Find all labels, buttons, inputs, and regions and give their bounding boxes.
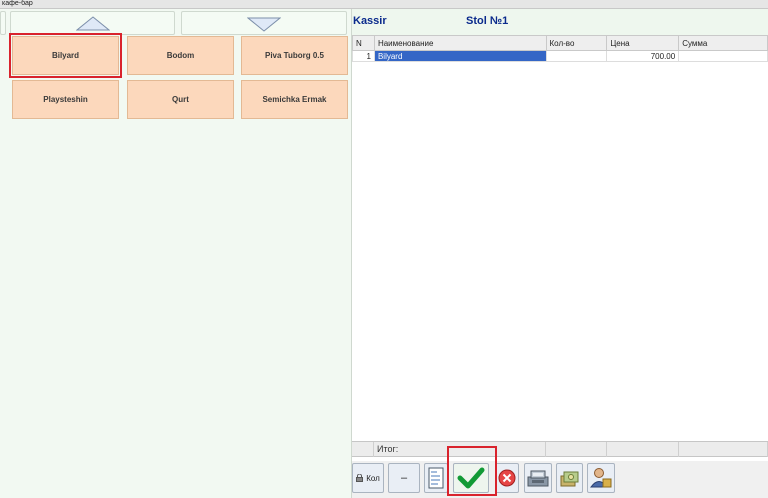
scroll-up-button[interactable] xyxy=(10,11,175,35)
total-price xyxy=(607,442,679,457)
cash-register-icon xyxy=(527,470,549,487)
product-button-piva-tuborg[interactable]: Piva Tuborg 0.5 xyxy=(241,36,348,75)
scroll-down-button[interactable] xyxy=(181,11,347,35)
order-panel: Kassir Stol №1 N Наименование Кол-во Цен… xyxy=(352,9,768,498)
table-header-row: N Наименование Кол-во Цена Сумма xyxy=(352,35,768,51)
minus-label: – xyxy=(400,472,408,484)
order-table: N Наименование Кол-во Цена Сумма 1 Bilya… xyxy=(352,35,768,62)
cash-register-button[interactable] xyxy=(524,463,552,493)
product-button-bodom[interactable]: Bodom xyxy=(127,36,234,75)
confirm-highlight xyxy=(447,446,497,496)
action-toolbar: Кол – xyxy=(352,461,768,498)
arrow-down-icon xyxy=(247,17,281,32)
quantity-button[interactable]: Кол xyxy=(352,463,384,493)
row-sum xyxy=(678,50,768,62)
product-button-playsteshin[interactable]: Playsteshin xyxy=(12,80,119,119)
total-cell-blank xyxy=(352,442,374,457)
window-title: кафе-бар xyxy=(0,0,768,9)
arrow-up-icon xyxy=(75,16,110,31)
row-name[interactable]: Bilyard xyxy=(373,50,547,62)
quantity-label: Кол xyxy=(366,473,380,483)
print-button[interactable] xyxy=(424,463,448,493)
users-icon xyxy=(590,468,612,488)
total-qty xyxy=(546,442,607,457)
col-header-price[interactable]: Цена xyxy=(606,35,680,51)
users-button[interactable] xyxy=(587,463,615,493)
money-button[interactable] xyxy=(556,463,583,493)
row-n: 1 xyxy=(352,50,375,62)
minus-button[interactable]: – xyxy=(388,463,420,493)
cancel-icon xyxy=(498,469,516,487)
print-icon xyxy=(428,467,444,489)
col-header-name[interactable]: Наименование xyxy=(373,35,547,51)
table-label: Stol №1 xyxy=(466,15,509,27)
row-price: 700.00 xyxy=(606,50,680,62)
product-panel: Bilyard Bodom Piva Tuborg 0.5 Playsteshi… xyxy=(0,9,352,498)
total-sum xyxy=(679,442,768,457)
col-header-n[interactable]: N xyxy=(352,35,375,51)
lock-icon xyxy=(356,474,364,482)
table-row[interactable]: 1 Bilyard 700.00 xyxy=(352,50,768,62)
product-button-qurt[interactable]: Qurt xyxy=(127,80,234,119)
total-row: Итог: xyxy=(352,441,768,457)
cashier-label: Kassir xyxy=(353,15,387,27)
col-header-qty[interactable]: Кол-во xyxy=(545,35,608,51)
row-qty[interactable] xyxy=(545,50,608,62)
product-button-semichka-ermak[interactable]: Semichka Ermak xyxy=(241,80,348,119)
col-header-sum[interactable]: Сумма xyxy=(678,35,768,51)
money-icon xyxy=(560,471,578,487)
order-header: Kassir Stol №1 xyxy=(352,9,768,35)
nav-edge xyxy=(0,11,6,35)
product-button-bilyard[interactable]: Bilyard xyxy=(9,33,122,78)
cancel-button[interactable] xyxy=(495,463,519,493)
